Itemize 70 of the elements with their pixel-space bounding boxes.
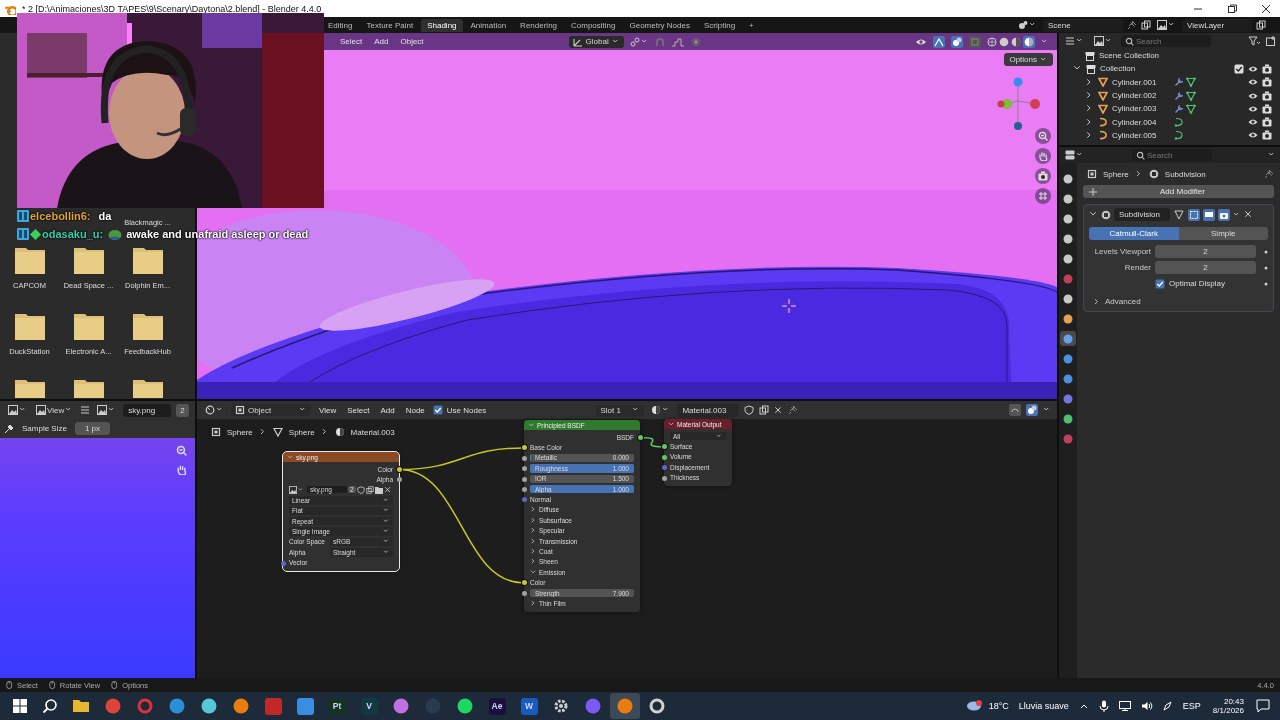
modifier-name-field[interactable]: Subdivision bbox=[1114, 208, 1170, 221]
add-workspace-button[interactable]: + bbox=[743, 18, 760, 32]
taskbar-app[interactable]: W bbox=[514, 693, 544, 719]
search-field[interactable]: Search bbox=[1132, 149, 1212, 161]
outliner-item[interactable]: Cylinder.001 bbox=[1063, 75, 1276, 89]
weather-label: Lluvia suave bbox=[1018, 701, 1069, 711]
orientation-dropdown[interactable]: Global bbox=[568, 35, 624, 48]
workspace-tab[interactable]: Rendering bbox=[514, 18, 564, 32]
outliner-item[interactable]: Collection bbox=[1063, 62, 1276, 76]
language-indicator[interactable]: ESP bbox=[1182, 701, 1201, 711]
outliner-item[interactable]: Cylinder.003 bbox=[1063, 102, 1276, 116]
app-logo: W bbox=[520, 697, 538, 715]
options-button[interactable]: Options bbox=[1004, 53, 1053, 66]
temperature-label: 18°C bbox=[988, 701, 1009, 711]
outliner-item[interactable]: Cylinder.004 bbox=[1063, 115, 1276, 129]
add-modifier-button[interactable]: Add Modifier bbox=[1083, 185, 1274, 198]
chat-username: odasaku_u: bbox=[42, 228, 104, 240]
sample-size-field[interactable]: 1 px bbox=[74, 422, 111, 435]
optimal-display-checkbox[interactable]: Optimal Display bbox=[1155, 278, 1225, 289]
window-title: * 2 [D:\Animaciones\3D TAPES\9\Scenary\Daytona\2.blend] - Blender 4.4.0 bbox=[22, 3, 322, 14]
app-logo: Ae bbox=[488, 697, 506, 715]
number-field[interactable]: 2 bbox=[1155, 245, 1256, 258]
mode-dropdown[interactable]: Object bbox=[231, 404, 311, 416]
clock-date[interactable]: 8/1/2026 bbox=[1212, 706, 1244, 715]
clock-time[interactable]: 20:43 bbox=[1223, 697, 1244, 706]
menu-item[interactable]: Select bbox=[344, 405, 373, 415]
view-menu[interactable]: View bbox=[34, 404, 76, 416]
menu-item[interactable]: Add bbox=[377, 405, 398, 415]
taskbar-app[interactable]: Ae bbox=[482, 693, 512, 719]
breadcrumb-item: Material.003 bbox=[350, 427, 395, 437]
taskbar-app[interactable]: Pt bbox=[322, 693, 352, 719]
tool-setting-label: Sample Size bbox=[22, 424, 67, 433]
scene-field[interactable]: Scene bbox=[1043, 18, 1123, 32]
breadcrumb-item: Subdivision bbox=[1164, 169, 1206, 179]
breadcrumb-item: Sphere bbox=[288, 427, 315, 437]
use-nodes-checkbox[interactable]: Use Nodes bbox=[432, 405, 487, 415]
workspace-tab[interactable]: Shading bbox=[421, 18, 463, 32]
advanced-subpanel-header[interactable]: Advanced bbox=[1089, 293, 1268, 306]
field-label: Render bbox=[1123, 263, 1151, 272]
app-logo: V bbox=[360, 697, 378, 715]
workspace-tab[interactable]: Compositing bbox=[565, 18, 622, 32]
image-name-field[interactable]: sky.png bbox=[123, 403, 172, 417]
outliner-item[interactable]: Cylinder.005 bbox=[1063, 128, 1276, 143]
chat-username: elcebollin6: bbox=[30, 210, 91, 222]
workspace-tab[interactable]: Texture Paint bbox=[360, 18, 420, 32]
menu-item[interactable]: View bbox=[316, 405, 340, 415]
number-field[interactable]: 2 bbox=[1155, 261, 1256, 274]
menu-item[interactable]: Select bbox=[337, 37, 366, 46]
workspace-tab[interactable]: Editing bbox=[322, 18, 359, 32]
menu-item[interactable]: Add bbox=[371, 37, 392, 46]
chat-message: da bbox=[98, 210, 112, 222]
view-layer-field[interactable]: ViewLayer bbox=[1182, 18, 1252, 32]
material-name-field[interactable]: Material.003 bbox=[677, 403, 740, 417]
workspace-tab[interactable]: Geometry Nodes bbox=[623, 18, 696, 32]
slot-dropdown[interactable]: Slot 1 bbox=[596, 404, 645, 416]
user-count[interactable]: 2 bbox=[176, 403, 189, 417]
menu-item[interactable]: Object bbox=[397, 37, 427, 46]
workspace-tab[interactable]: Scripting bbox=[697, 18, 742, 32]
subdivision-type-button[interactable]: Simple bbox=[1178, 227, 1268, 240]
breadcrumb-item: Sphere bbox=[1103, 169, 1129, 179]
breadcrumb-item: Sphere bbox=[227, 427, 253, 437]
outliner-item[interactable]: Cylinder.002 bbox=[1063, 88, 1276, 103]
taskbar-app[interactable]: V bbox=[354, 693, 384, 719]
field-label: Levels Viewport bbox=[1093, 247, 1151, 256]
subdivision-type-button[interactable]: Catmull-Clark bbox=[1089, 227, 1179, 240]
app-logo: Pt bbox=[328, 697, 346, 715]
menu-item[interactable]: Node bbox=[402, 405, 428, 415]
search-field[interactable]: Search bbox=[1121, 35, 1211, 47]
workspace-tab[interactable]: Animation bbox=[464, 18, 513, 32]
outliner-item[interactable]: Scene Collection bbox=[1063, 49, 1276, 63]
